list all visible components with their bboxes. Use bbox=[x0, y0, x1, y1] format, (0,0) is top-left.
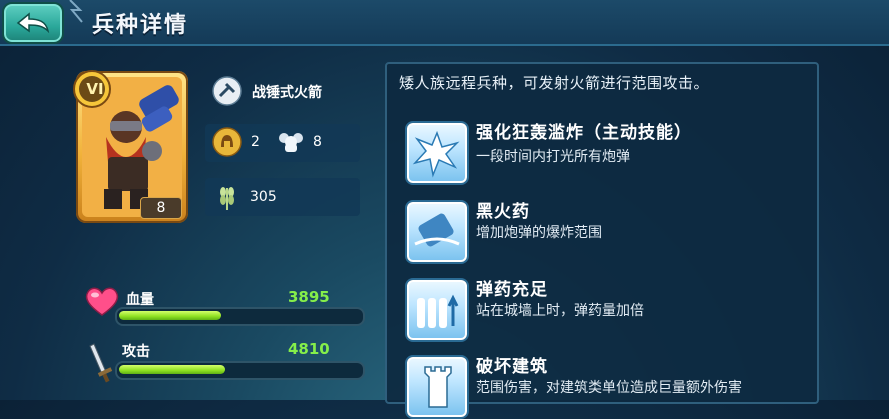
skill-name-4: 破坏建筑 bbox=[476, 357, 548, 377]
unit-portrait-card: VI 8 bbox=[73, 70, 188, 223]
skill-desc-1: 一段时间内打光所有炮弹 bbox=[476, 149, 630, 165]
back-button[interactable] bbox=[2, 2, 64, 44]
hp-value: 3895 bbox=[288, 288, 330, 306]
gunpowder-icon bbox=[414, 213, 460, 247]
explosion-icon bbox=[412, 130, 460, 178]
population-value: 8 bbox=[313, 134, 322, 150]
unit-level: 8 bbox=[140, 197, 182, 219]
wheat-icon bbox=[220, 187, 234, 210]
attack-bar bbox=[115, 361, 365, 380]
attack-bar-fill bbox=[119, 365, 226, 374]
hp-label: 血量 bbox=[126, 292, 154, 308]
ammo-icon bbox=[417, 294, 459, 328]
sword-icon bbox=[89, 343, 113, 383]
hp-bar bbox=[115, 307, 365, 326]
food-cost-value: 2 bbox=[251, 134, 260, 150]
skill-name-1: 强化狂轰滥炸（主动技能） bbox=[476, 123, 692, 143]
skill-explosion-icon[interactable] bbox=[407, 123, 467, 183]
page-title: 兵种详情 bbox=[92, 13, 189, 38]
skill-name-3: 弹药充足 bbox=[476, 280, 548, 300]
skill-desc-4: 范围伤害，对建筑类单位造成巨量额外伤害 bbox=[476, 380, 742, 396]
skill-ammo-icon[interactable] bbox=[407, 280, 467, 340]
helmet-icon bbox=[212, 127, 242, 157]
skill-desc-2: 增加炮弹的爆炸范围 bbox=[476, 225, 602, 241]
weapon-type-label: 战锤式火箭 bbox=[252, 85, 322, 101]
upkeep-value: 305 bbox=[250, 189, 277, 205]
title-ornament bbox=[69, 0, 83, 23]
rank-label: VI bbox=[86, 80, 104, 98]
unit-description: 矮人族远程兵种，可发射火箭进行范围攻击。 bbox=[399, 74, 710, 92]
skill-name-2: 黑火药 bbox=[476, 202, 530, 222]
attack-value: 4810 bbox=[288, 340, 330, 358]
back-arrow-icon bbox=[16, 12, 50, 34]
attack-label: 攻击 bbox=[122, 344, 150, 360]
tower-icon bbox=[424, 366, 452, 408]
skill-gunpowder-icon[interactable] bbox=[407, 202, 467, 262]
troops-icon bbox=[279, 133, 303, 152]
rocket-hammer-icon bbox=[212, 76, 242, 106]
skill-tower-icon[interactable] bbox=[407, 357, 467, 417]
hp-bar-fill bbox=[119, 311, 221, 320]
skill-desc-3: 站在城墙上时，弹药量加倍 bbox=[476, 303, 644, 319]
